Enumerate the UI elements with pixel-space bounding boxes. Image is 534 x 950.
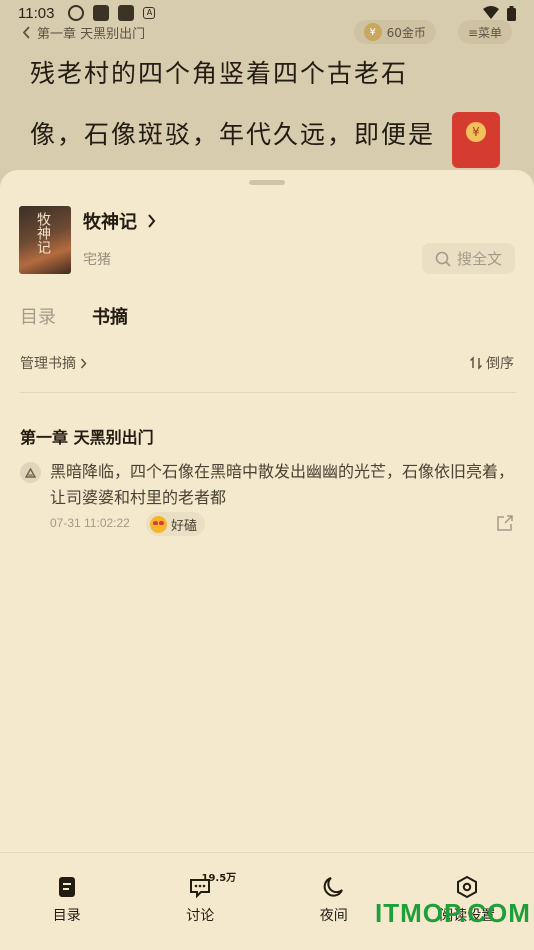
back-label: 第一章 天黑别出门 (37, 26, 146, 42)
coins-button[interactable]: ¥ 60金币 (353, 20, 436, 44)
nav-item-toc[interactable]: 目录 (0, 853, 134, 950)
nav-label: 目录 (52, 908, 81, 924)
heart-eyes-emoji-icon (150, 515, 167, 533)
book-author: 宅猪 (83, 252, 111, 268)
story-line: 像，石像斑驳，年代久远，即便是 (30, 120, 436, 149)
menu-button[interactable]: ≡菜单 (457, 20, 512, 44)
chevron-left-icon (22, 25, 30, 39)
cover-title: 牧神记 (35, 212, 51, 254)
search-label: 搜全文 (456, 250, 502, 268)
coins-label: 60金币 (386, 25, 426, 40)
nav-item-discussion[interactable]: 19.5万 讨论 (134, 853, 268, 950)
search-icon (435, 251, 451, 267)
tab-toc[interactable]: 目录 (20, 303, 56, 329)
coin-icon: ¥ (363, 23, 382, 41)
manage-label: 管理书摘 (20, 356, 76, 372)
highlight-icon (20, 462, 41, 483)
sheet-drag-handle[interactable] (249, 180, 285, 185)
notes-sheet: 牧神记 牧神记 宅猪 搜全文 目录 书摘 管理书摘 倒序 第一章 天黑别出门 黑… (0, 170, 534, 950)
reaction-badge[interactable]: 好磕 (146, 512, 206, 536)
back-button[interactable]: 第一章 天黑别出门 (22, 23, 145, 42)
chevron-right-icon (148, 214, 156, 228)
chevron-right-icon (80, 358, 87, 368)
note-timestamp: 07-31 11:02:22 (50, 516, 130, 530)
red-packet-icon[interactable] (452, 112, 500, 168)
tab-excerpts[interactable]: 书摘 (92, 303, 128, 329)
book-title: 牧神记 (83, 212, 137, 233)
story-line: 残老村的四个角竖着四个古老石 (30, 59, 409, 88)
book-cover[interactable]: 牧神记 (19, 206, 71, 274)
settings-icon (457, 875, 478, 899)
divider (20, 392, 516, 393)
discussion-count-badge: 19.5万 (201, 873, 237, 884)
manage-excerpts-button[interactable]: 管理书摘 (20, 353, 87, 373)
moon-icon (323, 877, 343, 897)
toc-icon (58, 877, 75, 897)
sort-order-button[interactable]: 倒序 (469, 353, 514, 373)
sheet-tabs: 目录 书摘 (20, 303, 128, 329)
reader-top-bar: 第一章 天黑别出门 ¥ 60金币 ≡菜单 (22, 18, 512, 46)
reaction-label: 好磕 (171, 518, 198, 534)
note-chapter-title: 第一章 天黑别出门 (20, 428, 154, 447)
sort-icon (469, 356, 483, 370)
sort-label: 倒序 (486, 356, 514, 372)
search-full-text-button[interactable]: 搜全文 (422, 243, 515, 274)
share-icon[interactable] (496, 514, 514, 532)
book-title-link[interactable]: 牧神记 (83, 208, 156, 234)
bottom-nav: 目录 19.5万 讨论 夜间 阅读设置 ITMOP.COM (0, 852, 534, 950)
nav-label: 讨论 (186, 908, 215, 924)
nav-label: 夜间 (319, 908, 348, 924)
note-excerpt-text[interactable]: 黑暗降临，四个石像在黑暗中散发出幽幽的光芒，石像依旧亮着，让司婆婆和村里的老者都 (50, 459, 518, 511)
menu-label: ≡菜单 (467, 25, 502, 40)
watermark: ITMOP.COM (375, 898, 531, 928)
